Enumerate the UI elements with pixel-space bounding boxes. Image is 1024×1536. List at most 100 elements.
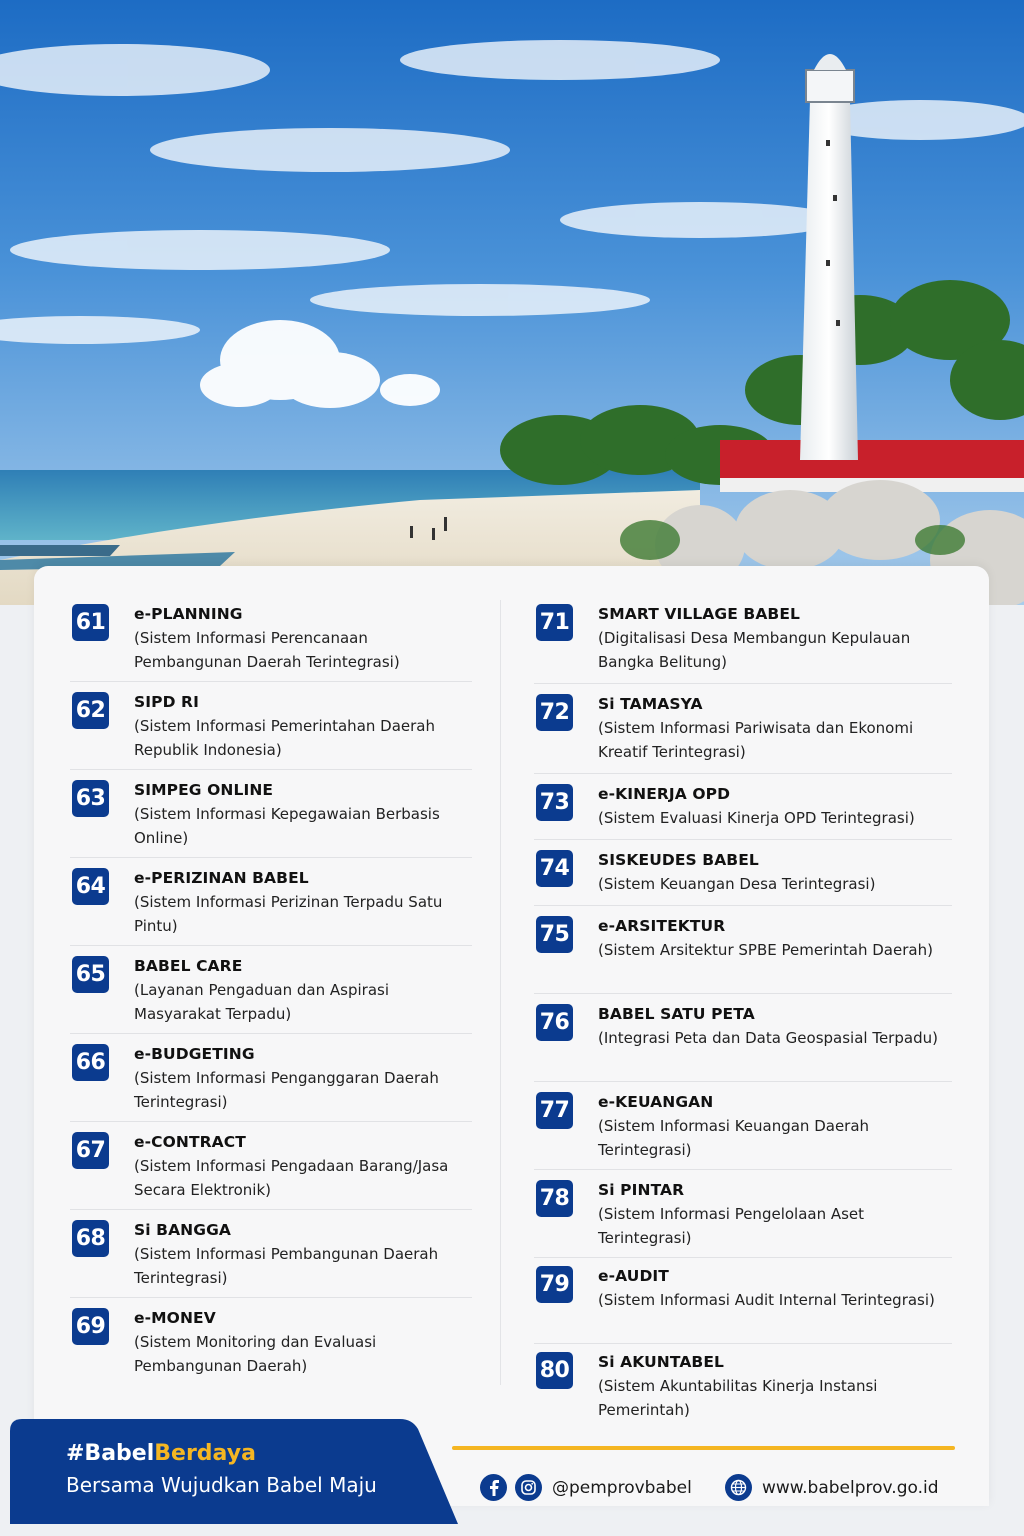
- hero-beach-lighthouse-photo: [0, 0, 1024, 605]
- list-item: 67 e-CONTRACT (Sistem Informasi Pengadaan …: [70, 1126, 472, 1210]
- item-name: Si BANGGA: [134, 1221, 231, 1239]
- item-number-badge: 69: [72, 1308, 109, 1345]
- item-description: (Sistem Informasi Pemerintahan Daerah Re…: [134, 717, 435, 759]
- item-separator: [70, 945, 472, 946]
- item-name: SIPD RI: [134, 693, 199, 711]
- item-separator: [70, 1209, 472, 1210]
- item-description: (Sistem Informasi Pengadaan Barang/Jasa …: [134, 1157, 449, 1199]
- item-separator: [70, 857, 472, 858]
- item-text: SISKEUDES BABEL (Sistem Keuangan Desa Ter…: [598, 850, 952, 896]
- item-text: SIMPEG ONLINE (Sistem Informasi Kepegawai…: [134, 780, 472, 850]
- item-number-badge: 79: [536, 1266, 573, 1303]
- item-separator: [70, 1033, 472, 1034]
- item-description: (Sistem Informasi Pengelolaan Aset Terin…: [598, 1205, 865, 1247]
- list-item: 79 e-AUDIT (Sistem Informasi Audit Interna…: [534, 1260, 952, 1344]
- item-text: e-AUDIT (Sistem Informasi Audit Internal …: [598, 1266, 952, 1312]
- website-group[interactable]: www.babelprov.go.id: [725, 1474, 939, 1501]
- item-name: BABEL CARE: [134, 957, 243, 975]
- item-text: Si AKUNTABEL (Sistem Akuntabilitas Kinerj…: [598, 1352, 952, 1422]
- item-name: SMART VILLAGE BABEL: [598, 605, 800, 623]
- item-description: (Sistem Informasi Penganggaran Daerah Te…: [134, 1069, 439, 1111]
- item-description: (Digitalisasi Desa Membangun Kepulauan B…: [598, 629, 911, 671]
- item-separator: [534, 1343, 952, 1344]
- item-name: e-PLANNING: [134, 605, 243, 623]
- item-name: e-BUDGETING: [134, 1045, 255, 1063]
- hashtag-accent: Berdaya: [154, 1441, 256, 1466]
- list-item: 68 Si BANGGA (Sistem Informasi Pembangunan…: [70, 1214, 472, 1298]
- item-separator: [534, 1081, 952, 1082]
- item-number-badge: 63: [72, 780, 109, 817]
- item-text: BABEL SATU PETA (Integrasi Peta dan Data …: [598, 1004, 952, 1050]
- item-description: (Integrasi Peta dan Data Geospasial Terp…: [598, 1029, 938, 1047]
- item-name: SIMPEG ONLINE: [134, 781, 274, 799]
- instagram-icon[interactable]: [515, 1474, 542, 1501]
- list-item: 66 e-BUDGETING (Sistem Informasi Pengangga…: [70, 1038, 472, 1122]
- item-separator: [534, 1257, 952, 1258]
- item-text: Si TAMASYA (Sistem Informasi Pariwisata d…: [598, 694, 952, 764]
- item-text: e-BUDGETING (Sistem Informasi Penganggara…: [134, 1044, 472, 1114]
- hashtag-title: #BabelBerdaya: [66, 1441, 256, 1466]
- item-text: e-KINERJA OPD (Sistem Evaluasi Kinerja OP…: [598, 784, 952, 830]
- list-item: 80 Si AKUNTABEL (Sistem Akuntabilitas Kine…: [534, 1346, 952, 1430]
- social-handle[interactable]: @pemprovbabel: [552, 1478, 692, 1498]
- item-description: (Sistem Akuntabilitas Kinerja Instansi P…: [598, 1377, 878, 1419]
- item-separator: [534, 773, 952, 774]
- item-separator: [534, 683, 952, 684]
- item-number-badge: 65: [72, 956, 109, 993]
- item-number-badge: 71: [536, 604, 573, 641]
- item-name: e-ARSITEKTUR: [598, 917, 726, 935]
- item-description: (Sistem Informasi Perizinan Terpadu Satu…: [134, 893, 443, 935]
- item-number-badge: 61: [72, 604, 109, 641]
- item-description: (Sistem Informasi Pariwisata dan Ekonomi…: [598, 719, 914, 761]
- list-item: 73 e-KINERJA OPD (Sistem Evaluasi Kinerja …: [534, 778, 952, 840]
- item-name: e-KINERJA OPD: [598, 785, 731, 803]
- hashtag-panel: [10, 1419, 458, 1524]
- item-number-badge: 76: [536, 1004, 573, 1041]
- item-number-badge: 74: [536, 850, 573, 887]
- item-text: e-PLANNING (Sistem Informasi Perencanaan …: [134, 604, 472, 674]
- item-separator: [70, 1121, 472, 1122]
- list-item: 72 Si TAMASYA (Sistem Informasi Pariwisata…: [534, 688, 952, 774]
- facebook-icon[interactable]: [480, 1474, 507, 1501]
- item-name: Si PINTAR: [598, 1181, 685, 1199]
- list-item: 69 e-MONEV (Sistem Monitoring dan Evaluasi…: [70, 1302, 472, 1386]
- item-description: (Layanan Pengaduan dan Aspirasi Masyarak…: [134, 981, 389, 1023]
- item-number-badge: 67: [72, 1132, 109, 1169]
- list-item: 65 BABEL CARE (Layanan Pengaduan dan Aspir…: [70, 950, 472, 1034]
- item-description: (Sistem Informasi Keuangan Daerah Terint…: [598, 1117, 870, 1159]
- item-number-badge: 73: [536, 784, 573, 821]
- item-separator: [534, 905, 952, 906]
- item-number-badge: 80: [536, 1352, 573, 1389]
- tagline: Bersama Wujudkan Babel Maju: [66, 1473, 377, 1497]
- item-text: Si PINTAR (Sistem Informasi Pengelolaan A…: [598, 1180, 952, 1250]
- item-name: BABEL SATU PETA: [598, 1005, 755, 1023]
- item-separator: [70, 681, 472, 682]
- item-name: Si AKUNTABEL: [598, 1353, 725, 1371]
- item-description: (Sistem Informasi Audit Internal Terinte…: [598, 1291, 935, 1309]
- item-text: BABEL CARE (Layanan Pengaduan dan Aspiras…: [134, 956, 472, 1026]
- item-name: e-CONTRACT: [134, 1133, 246, 1151]
- list-item: 61 e-PLANNING (Sistem Informasi Perencanaa…: [70, 598, 472, 682]
- item-text: e-PERIZINAN BABEL (Sistem Informasi Periz…: [134, 868, 472, 938]
- item-name: e-AUDIT: [598, 1267, 669, 1285]
- globe-icon: [725, 1474, 752, 1501]
- list-item: 63 SIMPEG ONLINE (Sistem Informasi Kepegaw…: [70, 774, 472, 858]
- list-item: 77 e-KEUANGAN (Sistem Informasi Keuangan D…: [534, 1086, 952, 1170]
- column-divider: [500, 600, 501, 1385]
- item-text: e-ARSITEKTUR (Sistem Arsitektur SPBE Peme…: [598, 916, 952, 962]
- social-handle-group[interactable]: @pemprovbabel: [480, 1474, 692, 1501]
- item-description: (Sistem Monitoring dan Evaluasi Pembangu…: [134, 1333, 377, 1375]
- item-text: e-MONEV (Sistem Monitoring dan Evaluasi P…: [134, 1308, 472, 1378]
- item-separator: [70, 769, 472, 770]
- item-text: e-CONTRACT (Sistem Informasi Pengadaan Ba…: [134, 1132, 472, 1202]
- item-number-badge: 66: [72, 1044, 109, 1081]
- item-name: Si TAMASYA: [598, 695, 703, 713]
- website-link[interactable]: www.babelprov.go.id: [762, 1478, 939, 1498]
- item-description: (Sistem Evaluasi Kinerja OPD Terintegras…: [598, 809, 915, 827]
- item-text: SMART VILLAGE BABEL (Digitalisasi Desa Me…: [598, 604, 952, 674]
- item-number-badge: 62: [72, 692, 109, 729]
- item-text: SIPD RI (Sistem Informasi Pemerintahan Da…: [134, 692, 472, 762]
- item-name: SISKEUDES BABEL: [598, 851, 759, 869]
- list-item: 64 e-PERIZINAN BABEL (Sistem Informasi Per…: [70, 862, 472, 946]
- item-separator: [70, 1297, 472, 1298]
